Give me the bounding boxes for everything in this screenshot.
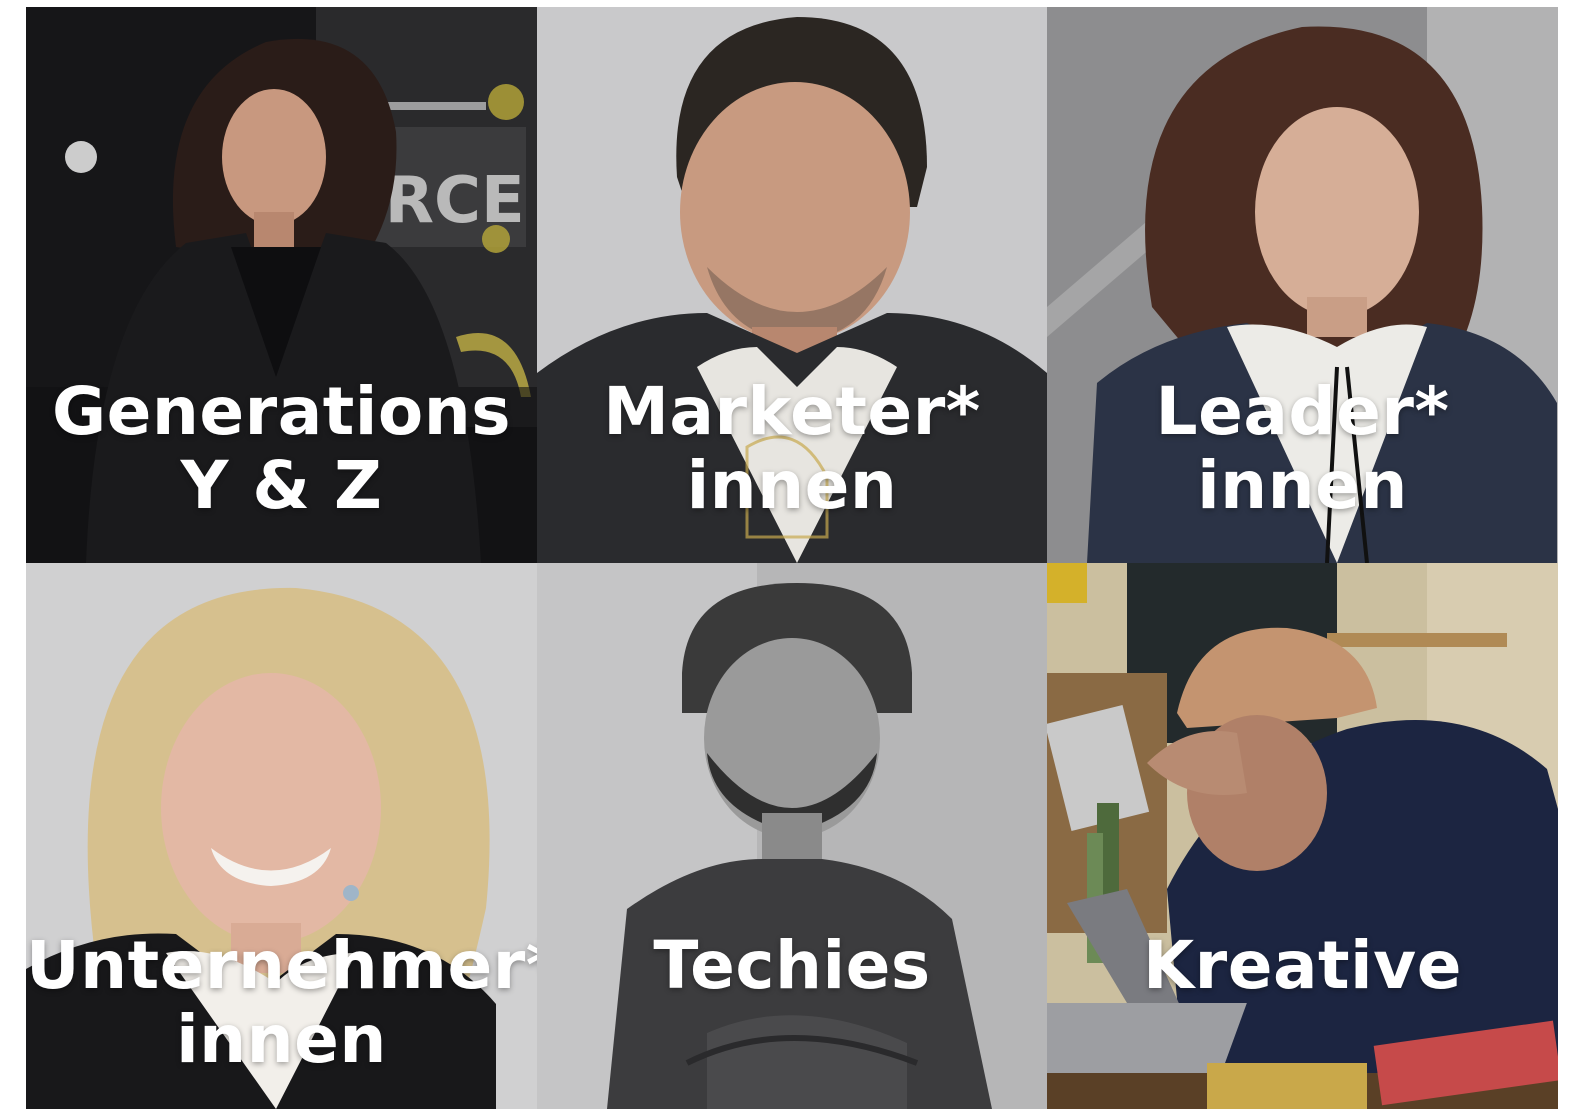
photo-man-beanie-beard xyxy=(537,563,1047,1109)
tile-generations[interactable]: FRCE Generations Y & Z xyxy=(26,7,537,563)
tile-marketer[interactable]: Marketer* innen xyxy=(537,7,1047,563)
tile-leader[interactable]: Leader* innen xyxy=(1047,7,1558,563)
tile-label-line: Y & Z xyxy=(180,447,383,524)
tile-label-unternehmer: Unternehmer* innen xyxy=(26,929,537,1077)
tile-label-line: Techies xyxy=(653,927,931,1004)
tile-techies[interactable]: Techies xyxy=(537,563,1047,1109)
tile-label-kreative: Kreative xyxy=(1047,929,1558,1003)
photo-man-laptop-desk xyxy=(1047,563,1558,1109)
tile-label-marketer: Marketer* innen xyxy=(537,375,1047,523)
tile-label-line: Generations xyxy=(51,373,512,450)
tile-label-line: innen xyxy=(176,1001,387,1078)
tile-label-line: innen xyxy=(1197,447,1408,524)
tile-label-line: Leader* xyxy=(1155,373,1450,450)
tile-label-generations: Generations Y & Z xyxy=(26,375,537,523)
audience-grid: FRCE Generations Y & Z Marketer* innen L… xyxy=(26,7,1558,1109)
tile-label-line: innen xyxy=(686,447,898,524)
tile-label-line: Marketer* xyxy=(603,373,981,450)
tile-label-line: Kreative xyxy=(1143,927,1462,1004)
tile-label-leader: Leader* innen xyxy=(1047,375,1558,523)
tile-unternehmer[interactable]: Unternehmer* innen xyxy=(26,563,537,1109)
tile-kreative[interactable]: Kreative xyxy=(1047,563,1558,1109)
tile-label-techies: Techies xyxy=(537,929,1047,1003)
tile-label-line: Unternehmer* xyxy=(26,927,537,1004)
